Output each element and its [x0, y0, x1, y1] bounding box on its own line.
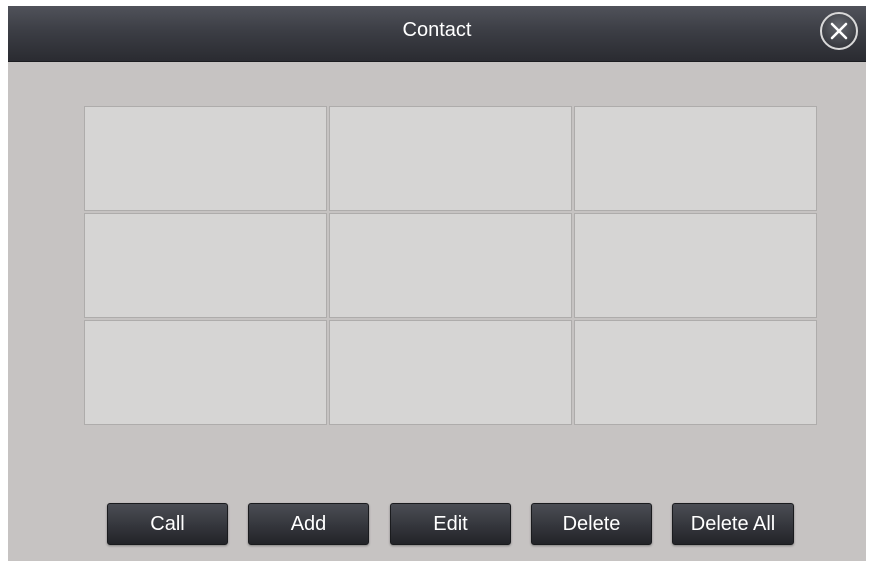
- contact-slot[interactable]: [329, 320, 572, 425]
- contact-grid: [84, 106, 820, 425]
- contact-slot[interactable]: [574, 106, 817, 211]
- dialog-title: Contact: [402, 19, 472, 41]
- contact-slot[interactable]: [84, 320, 327, 425]
- title-bar: Contact: [8, 6, 866, 62]
- add-button[interactable]: Add: [248, 503, 369, 545]
- contact-slot[interactable]: [84, 213, 327, 318]
- close-button[interactable]: [820, 12, 858, 50]
- contact-dialog: Contact Call Add Edit Delete Delete All: [8, 6, 866, 561]
- contact-slot[interactable]: [329, 213, 572, 318]
- contact-slot[interactable]: [574, 213, 817, 318]
- delete-button[interactable]: Delete: [531, 503, 652, 545]
- contact-slot[interactable]: [84, 106, 327, 211]
- call-button[interactable]: Call: [107, 503, 228, 545]
- close-icon: [830, 22, 848, 40]
- contact-slot[interactable]: [574, 320, 817, 425]
- contact-slot[interactable]: [329, 106, 572, 211]
- delete-all-button[interactable]: Delete All: [672, 503, 794, 545]
- edit-button[interactable]: Edit: [390, 503, 511, 545]
